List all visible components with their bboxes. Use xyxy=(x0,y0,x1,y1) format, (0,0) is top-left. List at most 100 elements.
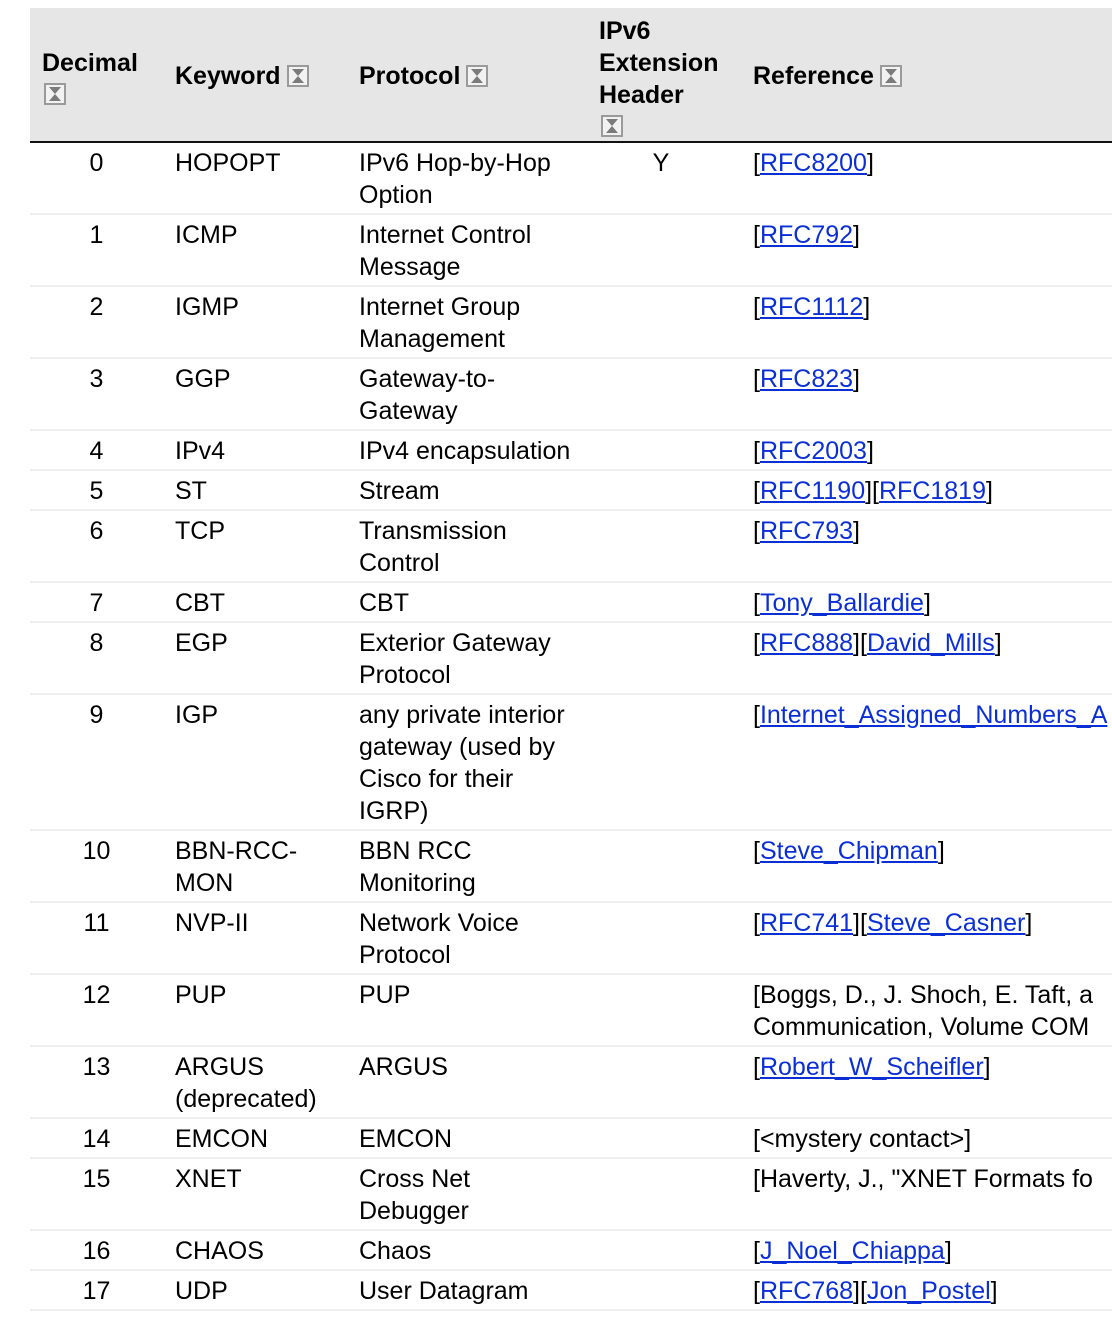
header-decimal[interactable]: Decimal xyxy=(30,8,163,143)
reference-link[interactable]: Steve_Casner xyxy=(867,909,1025,937)
cell-protocol: BBN RCC Monitoring xyxy=(347,830,587,903)
reference-link[interactable]: RFC792 xyxy=(760,221,853,249)
reference-link[interactable]: RFC2003 xyxy=(760,437,867,465)
header-keyword[interactable]: Keyword xyxy=(163,8,347,143)
reference-link[interactable]: RFC1112 xyxy=(760,293,863,321)
reference-link[interactable]: Steve_Chipman xyxy=(760,837,938,865)
cell-keyword: CHAOS xyxy=(163,1230,347,1271)
reference-bracket: ] xyxy=(1025,909,1033,937)
cell-protocol: IPv4 encapsulation xyxy=(347,430,587,471)
cell-reference: [<mystery contact>] xyxy=(741,1118,1112,1159)
cell-decimal: 4 xyxy=(30,430,163,471)
cell-decimal: 10 xyxy=(30,830,163,903)
sort-icon[interactable] xyxy=(879,64,902,87)
cell-keyword: XNET xyxy=(163,1158,347,1231)
reference-link[interactable]: RFC741 xyxy=(760,909,853,937)
reference-link[interactable]: Internet_Assigned_Numbers_A xyxy=(760,701,1107,729)
cell-ipv6-extension xyxy=(587,1118,741,1159)
cell-decimal: 13 xyxy=(30,1046,163,1119)
reference-bracket: [ xyxy=(753,477,760,505)
table-row: 0 HOPOPT IPv6 Hop-by-Hop Option Y [RFC8200] xyxy=(30,142,1112,215)
cell-ipv6-extension xyxy=(587,1270,741,1311)
cell-protocol: Internet Control Message xyxy=(347,214,587,287)
reference-link[interactable]: Jon_Postel xyxy=(867,1277,991,1305)
reference-bracket: ] xyxy=(866,437,874,465)
reference-bracket: ][ xyxy=(853,909,867,937)
cell-keyword: IGP xyxy=(163,694,347,831)
reference-bracket: [ xyxy=(753,589,760,617)
cell-reference: [Internet_Assigned_Numbers_A xyxy=(741,694,1112,831)
cell-reference: [RFC768][Jon_Postel] xyxy=(741,1270,1112,1311)
cell-reference: [RFC741][Steve_Casner] xyxy=(741,902,1112,975)
sort-icon[interactable] xyxy=(44,82,66,105)
reference-link[interactable]: Tony_Ballardie xyxy=(760,589,924,617)
cell-ipv6-extension xyxy=(587,430,741,471)
table-row: 6 TCP Transmission Control [RFC793] xyxy=(30,510,1112,583)
cell-decimal: 17 xyxy=(30,1270,163,1311)
header-ipv6-extension[interactable]: IPv6 Extension Header xyxy=(587,8,741,143)
page-viewport[interactable]: Decimal Keyword Protocol IPv6 Extension … xyxy=(0,0,1112,1318)
reference-bracket: [ xyxy=(753,909,760,937)
reference-bracket: [ xyxy=(753,149,760,177)
cell-reference: [RFC1190][RFC1819] xyxy=(741,470,1112,511)
reference-link[interactable]: RFC888 xyxy=(760,629,853,657)
cell-ipv6-extension xyxy=(587,1158,741,1231)
reference-link[interactable]: RFC8200 xyxy=(760,149,867,177)
reference-bracket: ] xyxy=(944,1237,952,1265)
table-body: 0 HOPOPT IPv6 Hop-by-Hop Option Y [RFC8200] 1… xyxy=(30,142,1112,1311)
header-protocol[interactable]: Protocol xyxy=(347,8,587,143)
reference-link[interactable]: RFC1190 xyxy=(760,477,865,505)
cell-keyword: EMCON xyxy=(163,1118,347,1159)
cell-reference: [RFC8200] xyxy=(741,142,1112,215)
reference-link[interactable]: RFC1819 xyxy=(879,477,986,505)
cell-keyword: TCP xyxy=(163,510,347,583)
header-ipv6-label-line3: Header xyxy=(599,80,684,109)
cell-reference: [RFC793] xyxy=(741,510,1112,583)
cell-protocol: Transmission Control xyxy=(347,510,587,583)
reference-link[interactable]: J_Noel_Chiappa xyxy=(760,1237,945,1265)
reference-link[interactable]: Robert_W_Scheifler xyxy=(760,1053,984,1081)
reference-link[interactable]: RFC768 xyxy=(760,1277,853,1305)
reference-bracket: [ xyxy=(753,437,760,465)
reference-bracket: ] xyxy=(863,293,871,321)
table-row: 15 XNET Cross Net Debugger [Haverty, J., "X… xyxy=(30,1158,1112,1231)
reference-bracket: ] xyxy=(983,1053,991,1081)
reference-bracket: ] xyxy=(853,517,860,545)
reference-bracket: ] xyxy=(986,477,993,505)
cell-keyword: PUP xyxy=(163,974,347,1047)
cell-protocol: Gateway-to-Gateway xyxy=(347,358,587,431)
cell-protocol: any private interior gateway (used by Ci… xyxy=(347,694,587,831)
sort-icon[interactable] xyxy=(466,64,489,87)
table-row: 13 ARGUS (deprecated) ARGUS [Robert_W_Schei… xyxy=(30,1046,1112,1119)
table-row: 2 IGMP Internet Group Management [RFC1112] xyxy=(30,286,1112,359)
cell-protocol: ARGUS xyxy=(347,1046,587,1119)
reference-bracket: ] xyxy=(994,629,1002,657)
reference-bracket: [ xyxy=(753,221,760,249)
reference-bracket: ][ xyxy=(853,629,867,657)
reference-link[interactable]: RFC793 xyxy=(760,517,853,545)
cell-ipv6-extension: Y xyxy=(587,142,741,215)
cell-ipv6-extension xyxy=(587,622,741,695)
cell-protocol: CBT xyxy=(347,582,587,623)
cell-protocol: Stream xyxy=(347,470,587,511)
cell-keyword: NVP-II xyxy=(163,902,347,975)
cell-protocol: IPv6 Hop-by-Hop Option xyxy=(347,142,587,215)
cell-keyword: CBT xyxy=(163,582,347,623)
reference-bracket: [ xyxy=(753,629,760,657)
reference-bracket: ][ xyxy=(865,477,879,505)
reference-bracket: ] xyxy=(853,221,860,249)
reference-link[interactable]: David_Mills xyxy=(867,629,995,657)
cell-ipv6-extension xyxy=(587,470,741,511)
reference-link[interactable]: RFC823 xyxy=(760,365,853,393)
sort-icon[interactable] xyxy=(601,114,623,137)
cell-protocol: User Datagram xyxy=(347,1270,587,1311)
sort-icon[interactable] xyxy=(286,64,309,87)
cell-protocol: PUP xyxy=(347,974,587,1047)
cell-reference: [Tony_Ballardie] xyxy=(741,582,1112,623)
cell-decimal: 8 xyxy=(30,622,163,695)
cell-protocol: Exterior Gateway Protocol xyxy=(347,622,587,695)
cell-decimal: 1 xyxy=(30,214,163,287)
cell-protocol: Chaos xyxy=(347,1230,587,1271)
reference-text-line: [Boggs, D., J. Shoch, E. Taft, a xyxy=(753,981,1093,1009)
header-reference[interactable]: Reference xyxy=(741,8,1112,143)
